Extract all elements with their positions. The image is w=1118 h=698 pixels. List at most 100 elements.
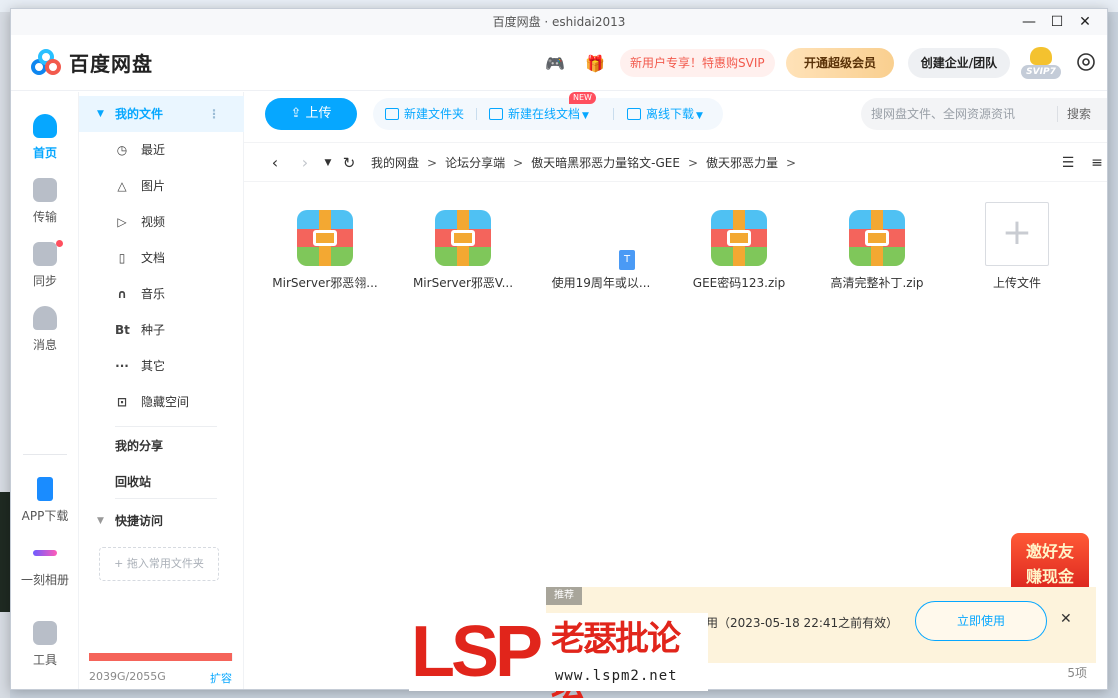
new-folder-label: 新建文件夹	[404, 107, 465, 121]
zip-archive-icon	[711, 210, 767, 266]
breadcrumb-item[interactable]: 傲天邪恶力量	[706, 156, 778, 170]
settings-icon[interactable]	[1075, 51, 1097, 73]
maximize-button[interactable]: ☐	[1043, 9, 1071, 35]
rail-item-app-download[interactable]: APP下载	[11, 477, 79, 524]
refresh-icon[interactable]: ↻	[340, 143, 358, 183]
rail-item-messages[interactable]: 消息	[11, 306, 79, 353]
rail-label: APP下载	[21, 509, 69, 523]
rail-item-home[interactable]: 首页	[11, 114, 79, 161]
add-common-folder-dropzone[interactable]: + 拖入常用文件夹	[99, 547, 219, 581]
background-desktop-strip	[0, 12, 10, 698]
cloud-logo-icon	[29, 47, 63, 77]
rail-item-tools[interactable]: 工具	[11, 621, 79, 668]
file-grid: MirServer邪恶翎... MirServer邪恶V... T 使用19周年或以.…	[244, 202, 1107, 312]
quick-access-header[interactable]: ▼ 快捷访问	[79, 503, 244, 539]
rail-item-sync[interactable]: 同步	[11, 240, 79, 289]
back-icon[interactable]: ‹	[266, 143, 284, 183]
lock-icon: ⊡	[116, 395, 128, 409]
sidebar-item-my-files[interactable]: ▼ 我的文件 ⋮	[79, 96, 244, 132]
minimize-button[interactable]: —	[1015, 9, 1043, 35]
quick-access-label: 快捷访问	[115, 514, 164, 528]
sync-icon	[33, 240, 63, 266]
rail-label: 一刻相册	[20, 573, 69, 587]
sidebar: ▼ 我的文件 ⋮ ◷ 最近 △ 图片 ▷ 视频 ▯ 文档 ∩ 音乐 Bt 种子 ··· 其它 ⊡ 隐藏空间 我…	[79, 92, 244, 689]
text-file-icon: T	[619, 250, 635, 270]
invite-line-2: 赚现金	[1025, 567, 1074, 586]
history-dropdown-icon[interactable]: ▼	[319, 143, 337, 183]
upload-button[interactable]: ⇪ 上传	[265, 98, 357, 130]
forward-icon[interactable]: ›	[296, 143, 314, 183]
logo[interactable]: 百度网盘	[29, 47, 153, 77]
list-view-icon[interactable]: ≡	[1088, 155, 1106, 171]
new-online-doc-label: 新建在线文档	[508, 107, 581, 121]
more-vertical-icon[interactable]: ⋮	[208, 96, 220, 132]
sidebar-item-doc[interactable]: ▯ 文档	[79, 240, 244, 276]
home-cloud-icon	[33, 114, 57, 138]
bt-icon: Bt	[115, 323, 130, 337]
breadcrumb-separator: >	[427, 156, 438, 170]
storage-quota-fill	[89, 653, 232, 661]
invite-friends-promo[interactable]: 邀好友 赚现金	[1011, 533, 1089, 595]
create-team-button[interactable]: 创建企业/团队	[908, 48, 1010, 78]
svip-badge[interactable]: SVIP7	[1021, 47, 1061, 81]
rail-label: 首页	[32, 146, 57, 160]
sidebar-item-my-share[interactable]: 我的分享	[79, 428, 244, 464]
caret-down-icon: ▼	[97, 109, 104, 119]
breadcrumb: 我的网盘 > 论坛分享端 > 傲天暗黑邪恶力量铭文-GEE > 傲天邪恶力量 >	[371, 143, 804, 183]
download-icon	[627, 108, 641, 120]
breadcrumb-item[interactable]: 傲天暗黑邪恶力量铭文-GEE	[531, 156, 680, 170]
sidebar-item-recycle[interactable]: 回收站	[79, 464, 244, 500]
rail-item-album[interactable]: 一刻相册	[11, 541, 79, 588]
game-controller-icon[interactable]: 🎮	[544, 53, 566, 75]
navigation-row: ‹ › ▼ ↻ 我的网盘 > 论坛分享端 > 傲天暗黑邪恶力量铭文-GEE > 傲天邪恶力量…	[244, 142, 1107, 183]
app-window: 百度网盘 · eshidai2013 — ☐ ✕ 百度网盘 🎮 🎁 新用户专享！…	[10, 8, 1108, 690]
sidebar-label: 种子	[141, 323, 166, 337]
search-box: 搜索	[861, 98, 1107, 130]
new-folder-button[interactable]: 新建文件夹	[385, 98, 464, 130]
sidebar-label: 文档	[141, 251, 166, 265]
rail-item-transfer[interactable]: 传输	[11, 178, 79, 225]
file-name: GEE密码123.zip	[692, 276, 786, 290]
search-button[interactable]: 搜索	[1067, 98, 1091, 130]
sidebar-item-more[interactable]: ··· 其它	[79, 348, 244, 384]
phone-icon	[37, 477, 53, 501]
sidebar-label: 最近	[141, 143, 166, 157]
window-title: 百度网盘 · eshidai2013	[492, 15, 626, 29]
sidebar-item-headphone[interactable]: ∩ 音乐	[79, 276, 244, 312]
close-window-button[interactable]: ✕	[1071, 9, 1099, 35]
offline-download-button[interactable]: 离线下载 ▼	[627, 98, 703, 130]
sidebar-item-video[interactable]: ▷ 视频	[79, 204, 244, 240]
folder-plus-icon	[385, 108, 399, 120]
sidebar-label: 隐藏空间	[141, 395, 190, 409]
breadcrumb-item[interactable]: 论坛分享端	[445, 156, 505, 170]
watermark-brand: LSP	[411, 612, 543, 692]
sort-icon[interactable]: ☰	[1059, 155, 1077, 171]
search-input[interactable]	[871, 98, 1051, 130]
sidebar-item-image[interactable]: △ 图片	[79, 168, 244, 204]
sidebar-item-clock[interactable]: ◷ 最近	[79, 132, 244, 168]
toolbar-group: 新建文件夹 新建在线文档 ▼ NEW 离线下载 ▼	[373, 92, 723, 130]
new-badge: NEW	[569, 92, 596, 104]
expand-storage-link[interactable]: 扩容	[210, 670, 232, 686]
svip-promo-pill[interactable]: 新用户专享！特惠购SVIP	[620, 49, 775, 77]
open-super-vip-button[interactable]: 开通超级会员	[786, 48, 894, 78]
gift-icon[interactable]: 🎁	[584, 53, 606, 75]
sidebar-item-bt[interactable]: Bt 种子	[79, 312, 244, 348]
offline-download-label: 离线下载	[646, 107, 695, 121]
breadcrumb-separator: >	[513, 156, 524, 170]
album-swoosh-icon	[33, 550, 57, 556]
sidebar-label: 视频	[141, 215, 166, 229]
breadcrumb-item[interactable]: 我的网盘	[371, 156, 419, 170]
file-name: 上传文件	[992, 276, 1041, 290]
sidebar-label: 图片	[141, 179, 166, 193]
rail-label: 同步	[32, 274, 57, 288]
close-notice-icon[interactable]: ✕	[1060, 611, 1072, 627]
image-icon: △	[117, 179, 127, 193]
dropdown-arrow-icon: ▼	[582, 111, 589, 121]
use-now-button[interactable]: 立即使用	[915, 601, 1047, 641]
storage-quota-bar	[89, 653, 233, 661]
watermark-url: www.lspm2.net	[555, 668, 678, 684]
upload-label: 上传	[305, 106, 332, 121]
sidebar-item-lock[interactable]: ⊡ 隐藏空间	[79, 384, 244, 420]
notice-message: 用（2023-05-18 22:41之前有效）	[706, 616, 899, 630]
